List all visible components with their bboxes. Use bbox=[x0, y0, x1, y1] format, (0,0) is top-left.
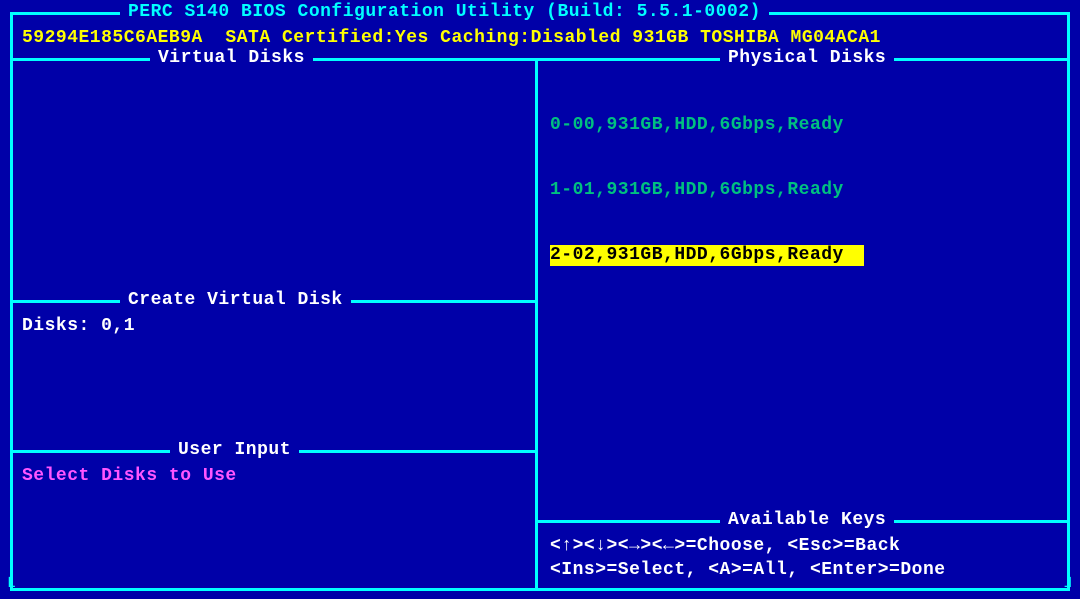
virtual-disks-title: Virtual Disks bbox=[150, 48, 313, 70]
outer-bottom-border bbox=[10, 588, 1070, 591]
create-vd-title: Create Virtual Disk bbox=[120, 290, 351, 312]
create-vd-disks: Disks: 0,1 bbox=[22, 316, 135, 338]
available-keys-title: Available Keys bbox=[720, 510, 894, 532]
physical-disks-title: Physical Disks bbox=[720, 48, 894, 70]
virtual-disks-panel[interactable] bbox=[22, 72, 522, 282]
user-input-title: User Input bbox=[170, 440, 299, 462]
corner-br: ┘ bbox=[1065, 578, 1076, 599]
page-title: PERC S140 BIOS Configuration Utility (Bu… bbox=[120, 2, 769, 24]
corner-bl: └ bbox=[4, 578, 15, 599]
physical-disks-list[interactable]: 0-00,931GB,HDD,6Gbps,Ready 1-01,931GB,HD… bbox=[550, 72, 864, 310]
physical-disk-item[interactable]: 1-01,931GB,HDD,6Gbps,Ready bbox=[550, 180, 864, 202]
outer-right-border bbox=[1067, 12, 1070, 591]
status-line: 59294E185C6AEB9A SATA Certified:Yes Cach… bbox=[22, 28, 881, 50]
physical-disk-item[interactable]: 0-00,931GB,HDD,6Gbps,Ready bbox=[550, 115, 864, 137]
physical-disk-item-selected[interactable]: 2-02,931GB,HDD,6Gbps,Ready bbox=[550, 245, 864, 267]
user-input-prompt: Select Disks to Use bbox=[22, 466, 237, 488]
available-keys-line2: <Ins>=Select, <A>=All, <Enter>=Done bbox=[550, 560, 946, 582]
bios-screen: └ ┘ PERC S140 BIOS Configuration Utility… bbox=[0, 0, 1080, 599]
center-divider bbox=[535, 58, 538, 588]
available-keys-line1: <↑><↓><→><←>=Choose, <Esc>=Back bbox=[550, 536, 900, 558]
